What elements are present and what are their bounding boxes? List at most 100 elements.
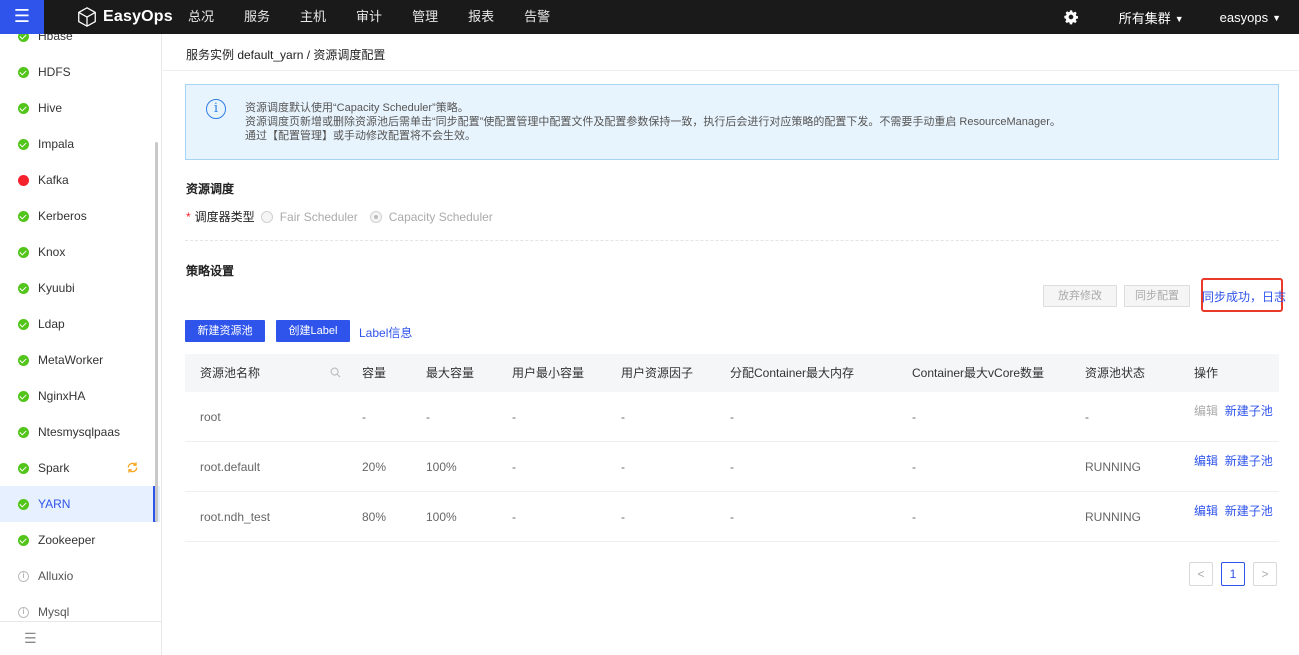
sidebar-item-hdfs[interactable]: HDFS bbox=[0, 54, 160, 90]
search-icon[interactable] bbox=[330, 367, 341, 378]
fair-scheduler-radio[interactable] bbox=[260, 210, 273, 223]
col-max-mem: 分配Container最大内存 bbox=[730, 366, 855, 380]
main-content: 服务实例 default_yarn / 资源调度配置 i 资源调度默认使用“Ca… bbox=[163, 34, 1299, 655]
menu-toggle-button[interactable]: ☰ bbox=[0, 0, 44, 34]
status-info-icon bbox=[18, 570, 29, 582]
sync-config-button[interactable]: 同步配置 bbox=[1124, 285, 1190, 307]
top-nav: 总况 服务 主机 审计 管理 报表 告警 bbox=[188, 0, 580, 34]
sidebar-footer: ☰ bbox=[0, 621, 161, 655]
user-menu[interactable]: easyops ▼ bbox=[1220, 10, 1281, 25]
scheduler-type-field: * 调度器类型 Fair Scheduler Capacity Schedule… bbox=[186, 208, 505, 225]
sidebar-item-label: Ntesmysqlpaas bbox=[38, 425, 121, 439]
scheduler-type-label: 调度器类型 bbox=[194, 210, 255, 224]
prev-page-button[interactable]: < bbox=[1189, 562, 1213, 586]
nav-services[interactable]: 服务 bbox=[244, 0, 270, 34]
nav-overview[interactable]: 总况 bbox=[188, 0, 214, 34]
sidebar-item-label: Alluxio bbox=[38, 569, 74, 583]
nav-alerts[interactable]: 告警 bbox=[524, 0, 550, 34]
sidebar-item-ntesmysqlpaas[interactable]: Ntesmysqlpaas bbox=[0, 414, 160, 450]
next-page-button[interactable]: > bbox=[1253, 562, 1277, 586]
discard-changes-button[interactable]: 放弃修改 bbox=[1043, 285, 1117, 307]
capacity-scheduler-radio[interactable] bbox=[369, 210, 382, 223]
status-ok-icon bbox=[18, 534, 29, 546]
status-ok-icon bbox=[18, 246, 29, 258]
cell-max-vcore: - bbox=[912, 460, 916, 474]
service-list: Hbase HDFS Hive Impala Kafka Kerberos Knox Kyuu… bbox=[0, 34, 160, 630]
nav-audit[interactable]: 审计 bbox=[356, 0, 382, 34]
nav-reports[interactable]: 报表 bbox=[468, 0, 494, 34]
cell-state: RUNNING bbox=[1085, 460, 1141, 474]
sidebar-item-knox[interactable]: Knox bbox=[0, 234, 160, 270]
cell-capacity: 20% bbox=[362, 460, 387, 474]
sidebar-item-metaworker[interactable]: MetaWorker bbox=[0, 342, 160, 378]
sidebar-scrollbar[interactable] bbox=[155, 142, 158, 522]
brand-logo[interactable]: EasyOps bbox=[76, 0, 173, 34]
required-mark: * bbox=[186, 209, 191, 224]
col-user-factor: 用户资源因子 bbox=[621, 366, 694, 380]
gear-icon[interactable] bbox=[1063, 9, 1079, 25]
caret-down-icon: ▼ bbox=[1174, 13, 1184, 24]
cube-icon bbox=[78, 7, 96, 27]
sidebar-item-kerberos[interactable]: Kerberos bbox=[0, 198, 160, 234]
top-bar: ☰ EasyOps 总况 服务 主机 审计 管理 报表 告警 所有集群 ▼ eas… bbox=[0, 0, 1299, 34]
edit-link[interactable]: 编辑 bbox=[1194, 454, 1218, 468]
col-actions: 操作 bbox=[1194, 366, 1219, 380]
nav-manage[interactable]: 管理 bbox=[412, 0, 438, 34]
sidebar-item-label: Ldap bbox=[38, 317, 65, 331]
col-max-capacity: 最大容量 bbox=[426, 366, 475, 380]
new-child-pool-link[interactable]: 新建子池 bbox=[1225, 504, 1273, 518]
sidebar-item-label: Impala bbox=[38, 137, 75, 151]
sidebar-item-yarn[interactable]: YARN bbox=[0, 486, 160, 522]
sidebar-item-label: HDFS bbox=[38, 65, 71, 79]
sidebar-item-hive[interactable]: Hive bbox=[0, 90, 160, 126]
new-child-pool-link[interactable]: 新建子池 bbox=[1225, 454, 1273, 468]
new-pool-button[interactable]: 新建资源池 bbox=[185, 320, 265, 342]
alert-line: 资源调度默认使用“Capacity Scheduler”策略。 bbox=[245, 102, 469, 114]
label-info-link[interactable]: Label信息 bbox=[359, 324, 412, 341]
sidebar-item-kafka[interactable]: Kafka bbox=[0, 162, 160, 198]
cell-max-capacity: 100% bbox=[426, 460, 457, 474]
cluster-selector[interactable]: 所有集群 ▼ bbox=[1119, 8, 1184, 27]
nav-hosts[interactable]: 主机 bbox=[300, 0, 326, 34]
row-actions: 编辑 新建子池 bbox=[1194, 454, 1274, 468]
page-1-button[interactable]: 1 bbox=[1221, 562, 1245, 586]
create-label-button[interactable]: 创建Label bbox=[276, 320, 350, 342]
sidebar-item-kyuubi[interactable]: Kyuubi bbox=[0, 270, 160, 306]
new-child-pool-link[interactable]: 新建子池 bbox=[1225, 404, 1273, 418]
sidebar-item-label: Zookeeper bbox=[38, 533, 96, 547]
edit-link[interactable]: 编辑 bbox=[1194, 504, 1218, 518]
cell-max-mem: - bbox=[730, 410, 734, 424]
edit-link[interactable]: 编辑 bbox=[1194, 404, 1218, 418]
cell-user-factor: - bbox=[621, 510, 625, 524]
cell-capacity: 80% bbox=[362, 510, 387, 524]
sidebar-item-zookeeper[interactable]: Zookeeper bbox=[0, 522, 160, 558]
cell-user-factor: - bbox=[621, 410, 625, 424]
status-ok-icon bbox=[18, 210, 29, 222]
sidebar-item-alluxio[interactable]: Alluxio bbox=[0, 558, 160, 594]
resource-pool-table: 资源池名称 容量 最大容量 用户最小容量 用户资源因子 分配Container最… bbox=[185, 354, 1279, 542]
cell-max-vcore: - bbox=[912, 410, 916, 424]
cell-max-vcore: - bbox=[912, 510, 916, 524]
sidebar-item-impala[interactable]: Impala bbox=[0, 126, 160, 162]
sidebar-item-label: Mysql bbox=[38, 605, 70, 619]
cell-max-capacity: 100% bbox=[426, 510, 457, 524]
refresh-icon bbox=[127, 462, 138, 473]
table-row: root - - - - - - - 编辑 新建子池 bbox=[185, 392, 1279, 442]
sidebar-item-label: Spark bbox=[38, 461, 70, 475]
col-pool-name: 资源池名称 bbox=[200, 366, 261, 380]
status-ok-icon bbox=[18, 282, 29, 294]
sidebar-item-spark[interactable]: Spark bbox=[0, 450, 160, 486]
cell-capacity: - bbox=[362, 410, 366, 424]
status-ok-icon bbox=[18, 34, 29, 42]
row-actions: 编辑 新建子池 bbox=[1194, 504, 1274, 518]
sidebar-item-hbase[interactable]: Hbase bbox=[0, 34, 160, 54]
collapse-icon[interactable]: ☰ bbox=[24, 630, 37, 647]
sidebar-item-nginxha[interactable]: NginxHA bbox=[0, 378, 160, 414]
status-ok-icon bbox=[18, 318, 29, 330]
table-row: root.ndh_test 80% 100% - - - - RUNNING 编辑 新建子池 bbox=[185, 492, 1279, 542]
sidebar-item-ldap[interactable]: Ldap bbox=[0, 306, 160, 342]
sync-status-link[interactable]: 同步成功，日志 bbox=[1202, 288, 1286, 305]
sidebar-item-label: Hbase bbox=[38, 34, 73, 43]
status-ok-icon bbox=[18, 498, 29, 510]
